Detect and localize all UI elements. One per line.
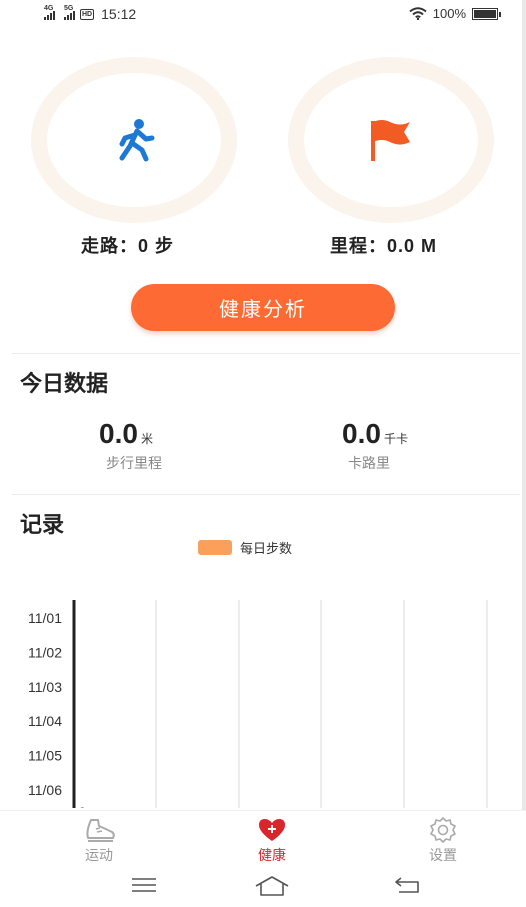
network-type-1: 4G [44,5,54,12]
status-right: 100% [409,6,501,21]
legend-swatch [198,540,232,555]
y-tick-label: 11/02 [28,644,62,660]
nav-settings[interactable]: 设置 [403,817,483,865]
y-tick-label: 11/04 [28,713,62,729]
walker-icon [119,119,155,162]
calories-label: 卡路里 [348,455,390,471]
nav-settings-label: 设置 [429,847,457,863]
nav-sport[interactable]: 运动 [59,817,139,865]
network-type-2: 5G [64,5,74,12]
distance-label: 里程：0.0 M [330,236,438,256]
menu-icon[interactable] [130,874,158,896]
nav-health[interactable]: 健康 [232,817,312,865]
gear-icon [430,817,456,843]
divider [12,353,520,354]
x-tick-label: 0 [79,805,86,808]
distance-ring[interactable] [288,57,494,223]
wifi-icon [409,7,427,20]
status-left: 4G 5G HD 15:12 [44,5,137,22]
walk-distance-unit: 米 [140,432,153,446]
system-nav-bar [0,866,526,907]
y-tick-label: 11/05 [28,748,62,764]
today-data-title: 今日数据 [20,371,109,396]
status-time: 15:12 [101,6,137,22]
calories-metric: 0.0 千卡 [342,418,408,450]
cellular-signal-icon-2: 5G [64,5,75,20]
back-icon[interactable] [393,874,423,896]
y-tick-label: 11/06 [28,782,62,798]
calories-value: 0.0 [342,418,381,449]
walk-distance-value: 0.0 [99,418,138,449]
daily-steps-chart: 11/01 11/02 11/03 11/04 11/05 11/06 0 [28,600,488,808]
nav-sport-label: 运动 [85,847,113,863]
hd-voice-icon: HD [80,8,95,20]
chart-legend: 每日步数 [198,538,292,557]
walk-distance-metric: 0.0 米 [99,418,153,450]
records-title: 记录 [20,512,65,537]
divider-2 [12,494,520,495]
battery-icon [472,7,501,20]
y-tick-label: 11/01 [28,610,62,626]
battery-percent: 100% [432,6,466,21]
health-analysis-button[interactable]: 健康分析 [131,284,395,331]
steps-label: 走路：0 步 [81,236,175,256]
y-tick-label: 11/03 [28,679,62,695]
legend-label: 每日步数 [240,541,293,556]
bottom-nav: 运动 健康 设置 [0,810,526,866]
walk-distance-label: 步行里程 [106,455,162,471]
shoe-icon [86,819,115,842]
cellular-signal-icon: 4G [44,5,55,20]
calories-unit: 千卡 [383,432,408,446]
steps-ring[interactable] [31,57,237,223]
nav-health-label: 健康 [258,847,286,863]
home-icon[interactable] [254,874,290,898]
heart-plus-icon [259,819,285,841]
flag-icon [371,120,410,161]
status-bar: 4G 5G HD 15:12 100% [0,0,526,30]
